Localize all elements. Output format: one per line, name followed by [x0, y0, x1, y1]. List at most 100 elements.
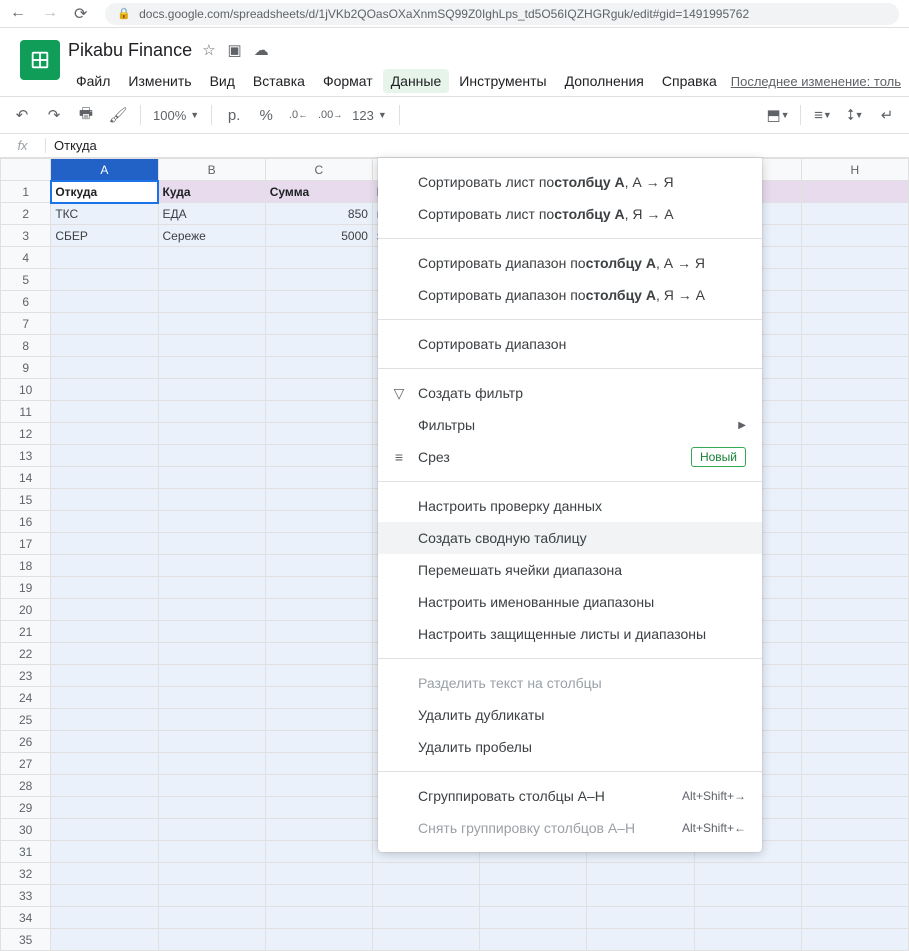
- cell[interactable]: [158, 643, 265, 665]
- col-header-h[interactable]: H: [801, 159, 908, 181]
- cell[interactable]: [158, 335, 265, 357]
- row-header[interactable]: 24: [1, 687, 51, 709]
- url-bar[interactable]: 🔒 docs.google.com/spreadsheets/d/1jVKb2Q…: [105, 3, 899, 25]
- cell[interactable]: [372, 929, 479, 951]
- cell[interactable]: [265, 841, 372, 863]
- select-all-corner[interactable]: [1, 159, 51, 181]
- cell[interactable]: [265, 731, 372, 753]
- cell[interactable]: [265, 775, 372, 797]
- cell[interactable]: [801, 203, 908, 225]
- forward-icon[interactable]: →: [42, 4, 58, 24]
- zoom-select[interactable]: 100% ▼: [149, 108, 203, 123]
- cell[interactable]: [265, 555, 372, 577]
- dd-sort-sheet-az[interactable]: Сортировать лист по столбцу А, А → Я: [378, 166, 762, 198]
- cell[interactable]: [801, 423, 908, 445]
- cell[interactable]: [801, 643, 908, 665]
- row-header[interactable]: 8: [1, 335, 51, 357]
- cell[interactable]: [51, 335, 158, 357]
- cell[interactable]: [265, 357, 372, 379]
- cell[interactable]: [694, 929, 801, 951]
- dd-sort-range[interactable]: Сортировать диапазон: [378, 328, 762, 360]
- dd-filters[interactable]: Фильтры▶: [378, 409, 762, 441]
- cell[interactable]: [51, 709, 158, 731]
- cell[interactable]: [265, 643, 372, 665]
- cell[interactable]: [801, 555, 908, 577]
- cell[interactable]: [265, 533, 372, 555]
- cell[interactable]: [51, 929, 158, 951]
- row-header[interactable]: 11: [1, 401, 51, 423]
- menu-view[interactable]: Вид: [202, 69, 243, 93]
- cell[interactable]: [265, 907, 372, 929]
- row-header[interactable]: 23: [1, 665, 51, 687]
- cell[interactable]: [158, 467, 265, 489]
- menu-data[interactable]: Данные: [383, 69, 450, 93]
- cell[interactable]: [480, 929, 587, 951]
- cell[interactable]: [801, 577, 908, 599]
- dd-pivot-table[interactable]: Создать сводную таблицу: [378, 522, 762, 554]
- cell[interactable]: [51, 357, 158, 379]
- row-header[interactable]: 21: [1, 621, 51, 643]
- cell[interactable]: [51, 687, 158, 709]
- cell[interactable]: Сереже: [158, 225, 265, 247]
- increase-decimal[interactable]: .00→: [316, 101, 344, 129]
- cell[interactable]: [801, 819, 908, 841]
- cell[interactable]: [265, 511, 372, 533]
- cell[interactable]: [51, 775, 158, 797]
- move-icon[interactable]: ▣: [228, 41, 242, 59]
- row-header[interactable]: 10: [1, 379, 51, 401]
- cell[interactable]: [372, 863, 479, 885]
- cell[interactable]: [51, 247, 158, 269]
- cell[interactable]: [265, 269, 372, 291]
- row-header[interactable]: 15: [1, 489, 51, 511]
- row-header[interactable]: 27: [1, 753, 51, 775]
- cell[interactable]: [265, 753, 372, 775]
- cell[interactable]: Сумма: [265, 181, 372, 203]
- cell[interactable]: [265, 797, 372, 819]
- cell[interactable]: [265, 577, 372, 599]
- cell[interactable]: [265, 335, 372, 357]
- align-icon[interactable]: ≡▼: [809, 101, 837, 129]
- cell[interactable]: СБЕР: [51, 225, 158, 247]
- cell[interactable]: [158, 819, 265, 841]
- cell[interactable]: [801, 225, 908, 247]
- cell[interactable]: 850: [265, 203, 372, 225]
- back-icon[interactable]: ←: [10, 4, 26, 24]
- cell[interactable]: [801, 511, 908, 533]
- last-edit-link[interactable]: Последнее изменение: толь: [731, 74, 901, 89]
- cell[interactable]: [265, 247, 372, 269]
- cell[interactable]: [265, 863, 372, 885]
- cell[interactable]: [265, 665, 372, 687]
- menu-addons[interactable]: Дополнения: [557, 69, 652, 93]
- row-header[interactable]: 2: [1, 203, 51, 225]
- cell[interactable]: [265, 687, 372, 709]
- cell[interactable]: [158, 907, 265, 929]
- dd-remove-duplicates[interactable]: Удалить дубликаты: [378, 699, 762, 731]
- cell[interactable]: [265, 467, 372, 489]
- cell[interactable]: [51, 797, 158, 819]
- cell[interactable]: [801, 379, 908, 401]
- star-icon[interactable]: ☆: [202, 41, 215, 59]
- cell[interactable]: [51, 841, 158, 863]
- row-header[interactable]: 31: [1, 841, 51, 863]
- cell[interactable]: [265, 291, 372, 313]
- cell[interactable]: [801, 445, 908, 467]
- row-header[interactable]: 26: [1, 731, 51, 753]
- cell[interactable]: [158, 709, 265, 731]
- cloud-icon[interactable]: ☁: [254, 41, 269, 59]
- cell[interactable]: [265, 445, 372, 467]
- cell[interactable]: [265, 929, 372, 951]
- cell[interactable]: [158, 445, 265, 467]
- print-icon[interactable]: 🖶: [72, 101, 100, 129]
- cell[interactable]: [801, 665, 908, 687]
- row-header[interactable]: 20: [1, 599, 51, 621]
- cell[interactable]: [158, 863, 265, 885]
- cell[interactable]: [51, 379, 158, 401]
- sheets-logo[interactable]: [20, 40, 60, 80]
- cell[interactable]: [158, 599, 265, 621]
- cell[interactable]: [801, 247, 908, 269]
- dd-named-ranges[interactable]: Настроить именованные диапазоны: [378, 586, 762, 618]
- row-header[interactable]: 12: [1, 423, 51, 445]
- cell[interactable]: [158, 313, 265, 335]
- dd-sort-sheet-za[interactable]: Сортировать лист по столбцу А, Я → А: [378, 198, 762, 230]
- dd-protected[interactable]: Настроить защищенные листы и диапазоны: [378, 618, 762, 650]
